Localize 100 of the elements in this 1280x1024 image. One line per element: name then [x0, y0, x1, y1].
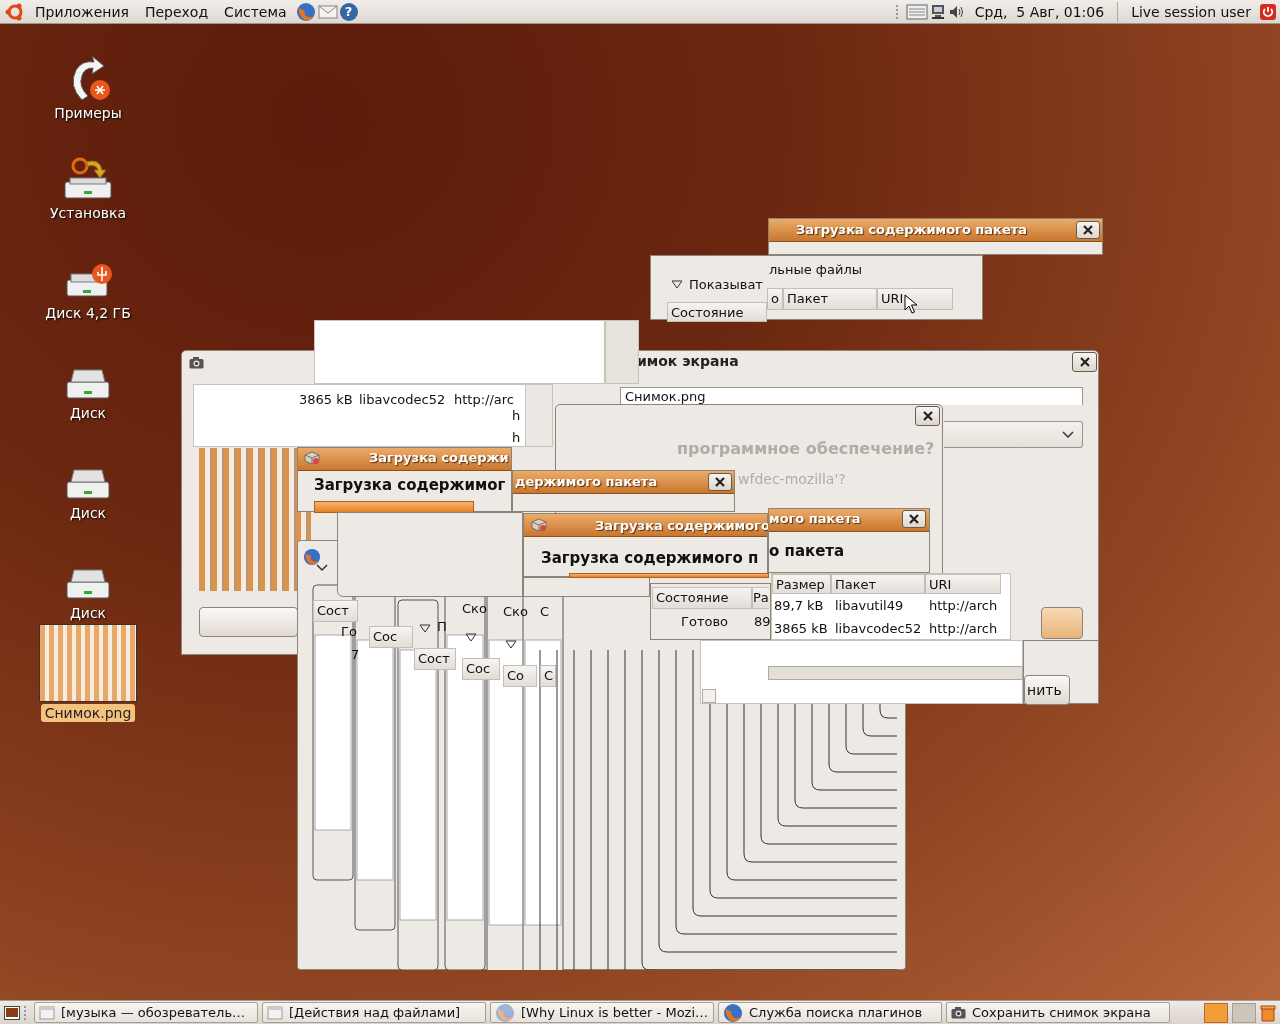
menu-item[interactable]: Система [217, 1, 294, 22]
window-title: держимого пакета [515, 473, 658, 491]
firefox-icon [723, 1002, 743, 1023]
window-icon [267, 1004, 283, 1021]
close-button[interactable] [1072, 352, 1097, 372]
text-label: С [540, 603, 550, 621]
table-cell: Го [341, 623, 357, 641]
text-label: Ско [462, 600, 487, 618]
dialog-heading: о пакета [769, 541, 845, 561]
dialog-button[interactable]: нить [1024, 675, 1070, 705]
table-cell: 89 [754, 613, 771, 631]
table-cell: libavcodec52 [359, 391, 446, 409]
table-cell: 3865 kB [774, 620, 828, 638]
table-cell: h [512, 407, 521, 425]
icon-label[interactable]: Примеры [50, 104, 126, 122]
column-header[interactable]: Сост [313, 600, 358, 622]
menu-item[interactable]: Приложения [28, 1, 136, 22]
camera-icon [951, 1006, 966, 1019]
taskbar-button[interactable]: [Why Linux is better - Mozi… [490, 1002, 714, 1023]
close-icon [909, 514, 919, 524]
dialog-heading: программное обеспечение? [677, 439, 935, 459]
workspace-switcher-cell[interactable] [1232, 1002, 1256, 1023]
window-title: мого пакета [769, 510, 861, 528]
table-cell: 89,7 kB [774, 597, 824, 615]
dialog-button[interactable] [199, 607, 298, 637]
close-button[interactable] [915, 406, 940, 426]
icon-label[interactable]: Диск [65, 404, 111, 422]
taskbar-button[interactable]: [музыка — обозреватель… [34, 1002, 258, 1023]
column-header[interactable]: URI [877, 288, 953, 310]
triangle-icon[interactable] [465, 633, 477, 642]
taskbar-button[interactable]: Служба поиска плагинов [718, 1002, 942, 1023]
dialog-heading: Загрузка содержимог [314, 475, 506, 495]
firefox-icon [303, 547, 321, 565]
icon-label[interactable]: Диск 4,2 ГБ [41, 304, 135, 322]
icon-label[interactable]: Снимок.png [40, 704, 136, 722]
text-field[interactable]: Снимок.png [620, 387, 1083, 405]
taskbar-button[interactable]: Сохранить снимок экрана [946, 1002, 1170, 1023]
show-desktop-icon[interactable] [4, 1004, 20, 1021]
window-title: Загрузка содержи [369, 449, 509, 467]
table-cell: Готово [681, 613, 729, 631]
chevron-icon[interactable] [316, 564, 328, 572]
column-header[interactable]: Сос [462, 658, 500, 680]
clock[interactable]: Срд, 5 Авг, 01:06 [967, 1, 1112, 22]
window-icon [39, 1004, 55, 1021]
column-header[interactable]: Сост [414, 648, 456, 670]
close-icon [715, 477, 725, 487]
column-header[interactable]: Пакет [831, 574, 925, 594]
text-label: Показыват [689, 276, 763, 294]
text-label: льные файлы [769, 261, 862, 279]
table-cell: libavcodec52 [835, 620, 922, 638]
package-icon [531, 518, 547, 532]
image-thumbnail[interactable] [39, 624, 137, 702]
table-cell: http://arch [929, 620, 998, 638]
workspace-switcher-cell[interactable] [1204, 1002, 1228, 1023]
firefox-icon[interactable] [295, 1, 316, 22]
firefox-icon [495, 1002, 515, 1023]
table-cell: libavutil49 [835, 597, 904, 615]
triangle-icon[interactable] [419, 624, 431, 633]
icon-label[interactable]: Установка [46, 204, 130, 222]
close-button[interactable] [708, 473, 732, 491]
column-header[interactable]: Состояние [652, 587, 752, 609]
dialog-heading: Загрузка содержимого п [541, 548, 759, 568]
close-button[interactable] [902, 510, 926, 528]
column-header[interactable]: Состояние [667, 302, 767, 322]
icon-label[interactable]: Диск [65, 504, 111, 522]
dialog-text: wfdec-mozilla'? [738, 470, 846, 488]
triangle-icon[interactable] [505, 640, 517, 649]
text-label: Ско [503, 603, 528, 621]
trash-icon[interactable] [1260, 1003, 1276, 1022]
table-cell: http://arc [454, 391, 514, 409]
table-cell: h [512, 429, 521, 447]
column-header[interactable]: о [767, 288, 783, 310]
power-icon[interactable] [1260, 3, 1276, 20]
triangle-icon[interactable] [671, 280, 683, 289]
table-cell: 7 [351, 646, 360, 664]
taskbar-button[interactable]: [Действия над файлами] [262, 1002, 486, 1023]
column-header[interactable]: URI [925, 574, 1001, 594]
column-header[interactable]: Пакет [783, 288, 877, 310]
window-title: имок экрана [637, 352, 739, 370]
column-header[interactable]: Ра [752, 587, 769, 609]
menu-item[interactable]: Переход [137, 1, 216, 22]
text-label: П [437, 618, 447, 636]
column-header[interactable]: Размер [772, 574, 831, 594]
close-icon [1079, 357, 1090, 367]
table-cell: 3865 kB [299, 391, 353, 409]
user-name[interactable]: Live session user [1124, 1, 1258, 22]
dialog-button[interactable] [1041, 607, 1083, 639]
icon-label[interactable]: Диск [65, 604, 111, 622]
package-icon [304, 451, 320, 465]
close-icon [922, 411, 933, 421]
close-button[interactable] [1076, 221, 1100, 239]
column-header[interactable]: Со [503, 665, 537, 687]
camera-icon [189, 356, 204, 369]
close-icon [1083, 225, 1093, 235]
table-cell: http://arch [929, 597, 998, 615]
column-header[interactable]: Сос [369, 626, 413, 648]
column-header[interactable]: С [540, 665, 556, 687]
chevron-icon [1062, 430, 1074, 439]
help-button[interactable]: ? [339, 2, 358, 21]
network-icon[interactable] [929, 3, 946, 20]
